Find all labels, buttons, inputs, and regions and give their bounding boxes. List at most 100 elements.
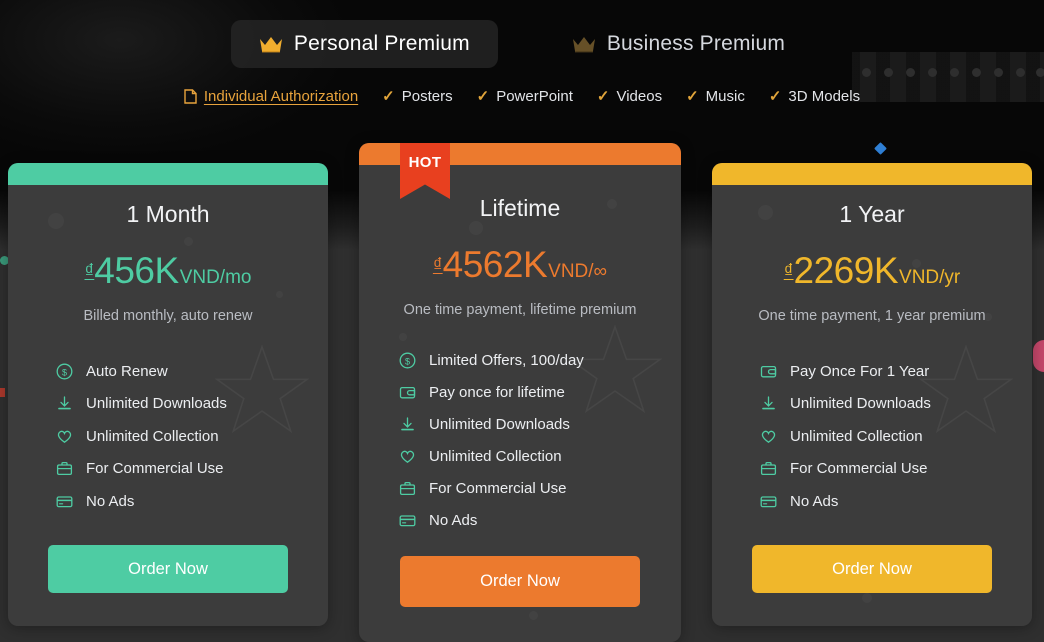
credit-card-icon xyxy=(56,496,73,508)
wallet-icon xyxy=(399,386,416,398)
plan-type-tabs: Personal Premium Business Premium xyxy=(0,20,1044,68)
subnav-label: 3D Models xyxy=(788,88,861,105)
order-now-button-1-year[interactable]: Order Now xyxy=(752,545,992,593)
feature-label: No Ads xyxy=(790,492,839,510)
check-icon: ✓ xyxy=(476,88,490,105)
feature-label: Auto Renew xyxy=(86,362,168,380)
feature-label: For Commercial Use xyxy=(429,479,567,497)
svg-text:$: $ xyxy=(405,356,410,366)
card-title: 1 Year xyxy=(839,201,905,227)
feature-item: Pay once for lifetime xyxy=(399,376,681,408)
feature-item: For Commercial Use xyxy=(760,453,1032,486)
card-subtitle: One time payment, lifetime premium xyxy=(403,302,637,318)
heart-icon xyxy=(400,450,415,463)
tab-business-premium[interactable]: Business Premium xyxy=(544,20,813,68)
subnav-item-music[interactable]: ✓ Music xyxy=(686,88,745,105)
card-price: ₫456KVND/mo xyxy=(8,250,328,292)
feature-item: $ Limited Offers, 100/day xyxy=(399,344,681,376)
feature-item: For Commercial Use xyxy=(399,472,681,504)
feature-subnav: Individual Authorization ✓ Posters ✓ Pow… xyxy=(0,88,1044,105)
card-subtitle: Billed monthly, auto renew xyxy=(83,308,253,324)
card-accent-bar xyxy=(8,163,328,185)
feature-label: Unlimited Collection xyxy=(86,427,219,445)
heart-icon xyxy=(761,430,776,443)
briefcase-icon xyxy=(399,481,416,495)
briefcase-icon xyxy=(760,462,777,476)
currency-symbol: ₫ xyxy=(783,261,794,282)
feature-list: $ Auto Renew Unlimited Downloads Unlimit… xyxy=(8,355,328,518)
check-icon: ✓ xyxy=(686,88,699,105)
pricing-card-lifetime: HOT Lifetime ₫4562KVND/∞ One time paymen… xyxy=(359,143,681,642)
check-icon: ✓ xyxy=(768,88,782,105)
card-subtitle: One time payment, 1 year premium xyxy=(758,308,986,324)
card-price: ₫2269KVND/yr xyxy=(712,250,1032,292)
background-shelf-dots xyxy=(858,68,1044,78)
subnav-label: Individual Authorization xyxy=(203,88,359,105)
dollar-circle-icon: $ xyxy=(399,352,416,368)
feature-label: Unlimited Downloads xyxy=(429,415,570,433)
pricing-card-1-month: 1 Month ₫456KVND/mo Billed monthly, auto… xyxy=(8,163,328,626)
red-marker-decoration xyxy=(0,388,5,397)
price-amount: 2269K xyxy=(793,250,899,291)
subnav-label: Posters xyxy=(401,88,453,105)
subnav-item-individual-authorization[interactable]: Individual Authorization xyxy=(184,88,358,105)
wallet-icon xyxy=(760,365,777,378)
feature-list: Pay Once For 1 Year Unlimited Downloads … xyxy=(712,355,1032,518)
download-icon xyxy=(762,396,775,410)
pink-blob-decoration xyxy=(1033,340,1044,372)
subnav-item-posters[interactable]: ✓ Posters xyxy=(382,88,452,105)
card-title: 1 Month xyxy=(126,201,210,227)
check-icon: ✓ xyxy=(382,88,395,105)
feature-item: No Ads xyxy=(56,485,328,518)
currency-symbol: ₫ xyxy=(432,255,443,276)
feature-item: For Commercial Use xyxy=(56,453,328,486)
subnav-label: PowerPoint xyxy=(496,88,573,105)
subnav-item-3d-models[interactable]: ✓ 3D Models xyxy=(769,88,860,105)
subnav-label: Videos xyxy=(616,88,663,105)
feature-label: For Commercial Use xyxy=(86,460,224,478)
feature-list: $ Limited Offers, 100/day Pay once for l… xyxy=(359,344,681,536)
card-price: ₫4562KVND/∞ xyxy=(359,244,681,286)
price-period: VND/∞ xyxy=(548,261,608,282)
tab-personal-premium-label: Personal Premium xyxy=(293,32,470,55)
feature-label: Pay once for lifetime xyxy=(429,383,565,401)
card-accent-bar xyxy=(712,163,1032,185)
credit-card-icon xyxy=(399,514,416,526)
order-now-button-1-month[interactable]: Order Now xyxy=(48,545,288,593)
tab-personal-premium[interactable]: Personal Premium xyxy=(230,20,498,68)
dollar-circle-icon: $ xyxy=(56,363,73,380)
card-title: Lifetime xyxy=(479,195,561,221)
tab-business-premium-label: Business Premium xyxy=(606,32,786,55)
crown-icon xyxy=(572,37,595,53)
price-amount: 4562K xyxy=(442,244,548,285)
feature-item: No Ads xyxy=(399,504,681,536)
price-period: VND/mo xyxy=(179,267,252,288)
check-icon: ✓ xyxy=(596,88,610,105)
order-now-button-lifetime[interactable]: Order Now xyxy=(400,556,640,607)
feature-label: For Commercial Use xyxy=(790,460,928,478)
feature-label: Limited Offers, 100/day xyxy=(429,351,584,369)
feature-item: $ Auto Renew xyxy=(56,355,328,388)
feature-label: Unlimited Collection xyxy=(429,447,562,465)
svg-text:$: $ xyxy=(62,367,67,377)
feature-label: Unlimited Downloads xyxy=(86,395,227,413)
feature-item: Unlimited Downloads xyxy=(399,408,681,440)
currency-symbol: ₫ xyxy=(84,261,95,282)
feature-item: Pay Once For 1 Year xyxy=(760,355,1032,388)
feature-label: Unlimited Downloads xyxy=(790,395,931,413)
feature-label: No Ads xyxy=(429,511,478,529)
hot-badge: HOT xyxy=(400,143,450,199)
credit-card-icon xyxy=(760,496,777,508)
download-icon xyxy=(401,416,414,430)
document-icon xyxy=(184,89,197,104)
subnav-item-videos[interactable]: ✓ Videos xyxy=(597,88,662,105)
subnav-item-powerpoint[interactable]: ✓ PowerPoint xyxy=(477,88,573,105)
download-icon xyxy=(58,396,71,410)
feature-item: Unlimited Downloads xyxy=(56,388,328,421)
feature-item: Unlimited Collection xyxy=(760,420,1032,453)
crown-icon xyxy=(259,37,282,53)
feature-label: No Ads xyxy=(86,492,135,510)
briefcase-icon xyxy=(56,462,73,476)
feature-item: Unlimited Collection xyxy=(399,440,681,472)
pricing-page: Personal Premium Business Premium Indivi… xyxy=(0,0,1044,642)
